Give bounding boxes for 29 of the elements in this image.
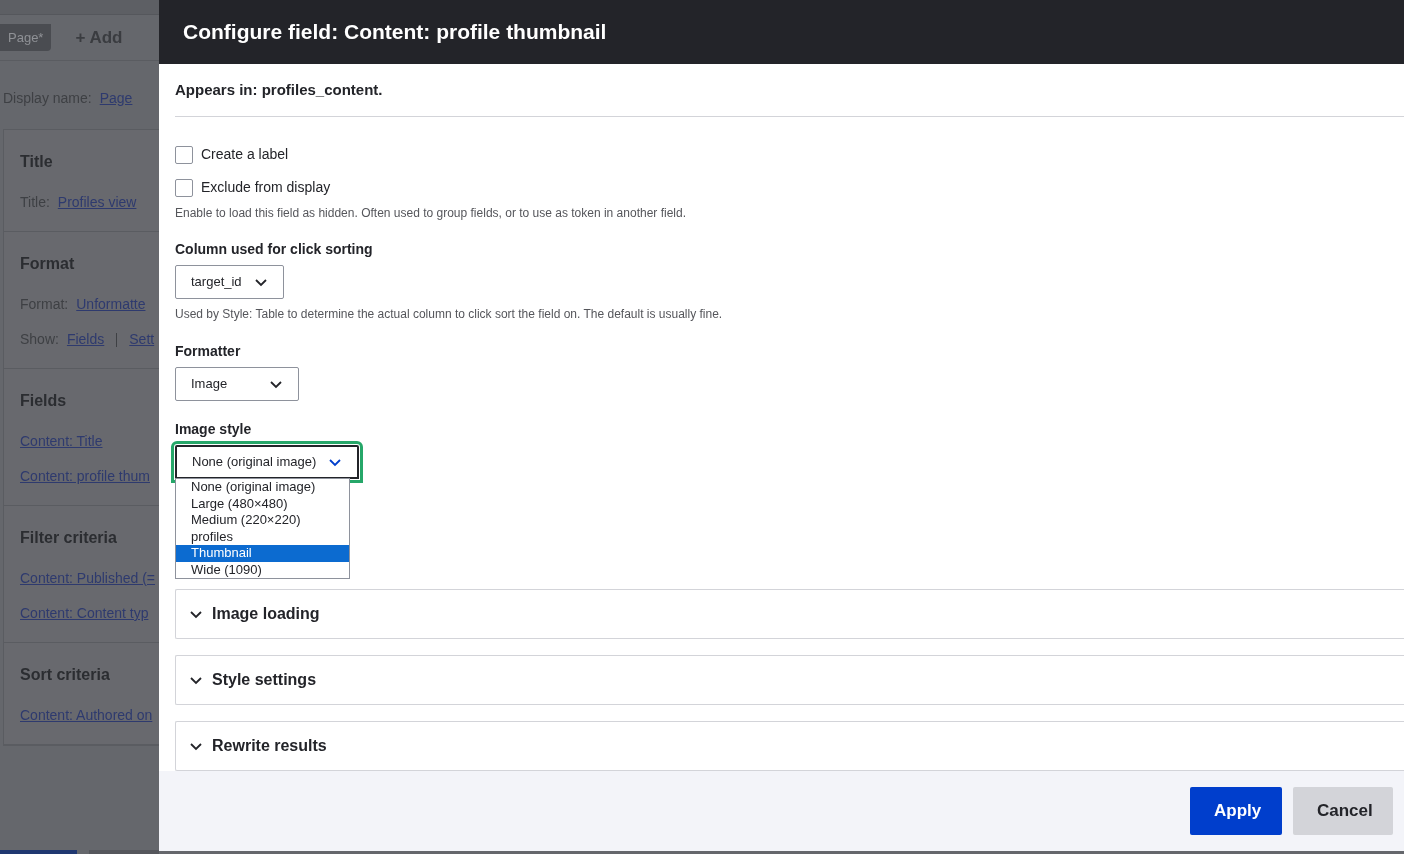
checkbox[interactable]: [175, 145, 193, 164]
section-title: Title: [20, 152, 54, 172]
checkbox-label: Create a label: [201, 145, 289, 164]
dialog-title: Configure field: Content: profile thumbnail: [183, 19, 607, 46]
dropdown-option[interactable]: profiles: [176, 528, 349, 545]
field-description: Enable to load this field as hidden. Often used to group fields, or to use as token in another field.: [175, 205, 687, 222]
field-label: Column used for click sorting: [175, 240, 374, 259]
dropdown-option[interactable]: None (original image): [176, 479, 349, 496]
field-description: Used by Style: Table to determine the actual column to click sort the field on. The default is usually fine.: [175, 306, 724, 323]
dropdown-option[interactable]: Wide (1090): [176, 561, 349, 578]
collapsible-section[interactable]: Image loading: [175, 589, 1404, 639]
checkbox-label: Exclude from display: [201, 178, 331, 197]
select-field[interactable]: target_id: [175, 265, 284, 299]
select-field[interactable]: Image: [175, 367, 300, 401]
dropdown-option[interactable]: Thumbnail: [176, 545, 349, 562]
checkbox[interactable]: [175, 178, 193, 197]
collapsible-section[interactable]: Style settings: [175, 655, 1404, 705]
section-title: Fields: [20, 391, 68, 411]
dropdown-option[interactable]: Medium (220×220): [176, 512, 349, 529]
appears-in-text: Appears in: profiles_content.: [175, 79, 383, 100]
apply-button[interactable]: Apply: [1190, 787, 1282, 835]
section-title: Filter criteria: [20, 528, 118, 548]
collapsible-section[interactable]: Rewrite results: [175, 721, 1404, 771]
field-label: Formatter: [175, 342, 242, 361]
cancel-button[interactable]: Cancel: [1293, 787, 1393, 835]
field-label: Image style: [175, 420, 253, 439]
dropdown-option[interactable]: Large (480×480): [176, 495, 349, 512]
section-title: Sort criteria: [20, 665, 111, 685]
section-title: Format: [20, 254, 76, 274]
